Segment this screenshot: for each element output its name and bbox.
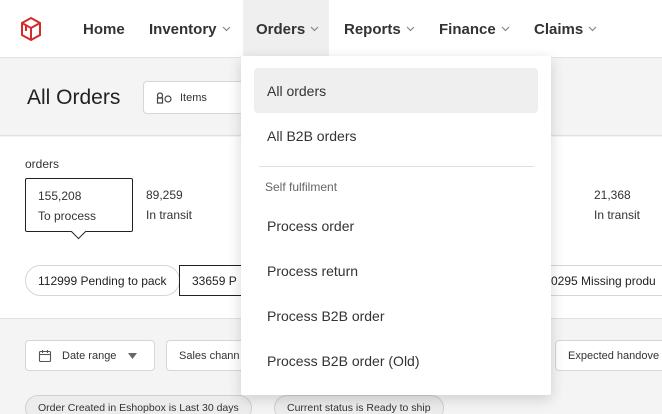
nav-home[interactable]: Home — [83, 0, 125, 58]
eshopbox-logo-icon[interactable] — [18, 16, 44, 42]
menu-item-process-return[interactable]: Process return — [254, 248, 538, 293]
pill-label: 33659 P — [192, 273, 237, 288]
chevron-down-icon — [406, 26, 415, 32]
menu-item-label: Process return — [267, 262, 359, 279]
expected-handover-label: Expected handove — [568, 349, 660, 362]
stat-in-transit[interactable]: 89,259 In transit — [134, 178, 242, 232]
items-icon — [156, 91, 172, 104]
sales-channel-filter[interactable]: Sales chann — [166, 340, 246, 371]
date-range-filter[interactable]: Date range — [25, 340, 155, 371]
nav-inventory[interactable]: Inventory — [149, 0, 231, 58]
nav-finance-label: Finance — [439, 20, 496, 38]
pill-label: 112999 Pending to pack — [38, 273, 167, 288]
caret-down-icon — [128, 352, 138, 359]
menu-item-process-b2b-order[interactable]: Process B2B order — [254, 293, 538, 338]
sales-channel-label: Sales chann — [179, 349, 240, 362]
nav-home-label: Home — [83, 20, 125, 38]
nav-claims[interactable]: Claims — [534, 0, 597, 58]
date-range-label: Date range — [62, 349, 117, 362]
menu-item-all-b2b-orders[interactable]: All B2B orders — [254, 113, 538, 158]
menu-item-process-order[interactable]: Process order — [254, 203, 538, 248]
menu-item-label: Process B2B order (Old) — [267, 352, 420, 369]
expected-handover-filter[interactable]: Expected handove — [555, 340, 662, 371]
menu-item-all-orders[interactable]: All orders — [254, 68, 538, 113]
nav-inventory-label: Inventory — [149, 20, 217, 38]
chevron-down-icon — [501, 26, 510, 32]
page-title: All Orders — [27, 86, 121, 109]
stat-in-transit-2[interactable]: 21,368 In transit — [582, 178, 662, 232]
stat-label: In transit — [594, 208, 641, 222]
nav-reports-label: Reports — [344, 20, 401, 38]
nav-orders[interactable]: Orders — [243, 0, 329, 58]
menu-item-label: Process B2B order — [267, 307, 385, 324]
nav-reports[interactable]: Reports — [344, 0, 415, 58]
chevron-down-icon — [588, 26, 597, 32]
stat-value: 155,208 — [38, 189, 82, 203]
pill-pending-to-pack[interactable]: 112999 Pending to pack — [25, 265, 180, 296]
pill-missing-products[interactable]: 0295 Missing produ — [536, 265, 662, 296]
chip-label: Current status is Ready to ship — [287, 402, 431, 414]
menu-item-label: Process order — [267, 217, 355, 234]
stat-value: 21,368 — [594, 188, 631, 202]
stat-to-process[interactable]: 155,208 To process — [25, 178, 133, 232]
top-navigation: Home Inventory Orders Reports Finance Cl… — [0, 0, 662, 58]
menu-item-process-b2b-order-old[interactable]: Process B2B order (Old) — [254, 338, 538, 383]
items-select[interactable]: Items — [143, 81, 253, 114]
filter-chip-created[interactable]: Order Created in Eshopbox is Last 30 day… — [25, 395, 252, 414]
menu-item-label: All orders — [267, 82, 327, 99]
chevron-down-icon — [310, 26, 319, 32]
stat-value: 89,259 — [146, 188, 183, 202]
chevron-down-icon — [222, 26, 230, 32]
filter-chip-status[interactable]: Current status is Ready to ship — [274, 395, 444, 414]
stat-label: In transit — [146, 208, 193, 222]
menu-divider — [259, 166, 534, 167]
orders-dropdown-menu: All orders All B2B orders Self fulfilmen… — [241, 56, 551, 395]
menu-section-label: Self fulfilment — [265, 180, 338, 194]
orders-label: orders — [25, 157, 60, 171]
nav-finance[interactable]: Finance — [439, 0, 510, 58]
menu-item-label: All B2B orders — [267, 127, 357, 144]
pill-label: 0295 Missing produ — [551, 273, 656, 288]
nav-claims-label: Claims — [534, 20, 584, 38]
calendar-icon — [38, 349, 52, 362]
nav-orders-label: Orders — [256, 20, 306, 38]
items-select-label: Items — [180, 91, 207, 104]
chip-label: Order Created in Eshopbox is Last 30 day… — [38, 402, 239, 414]
stat-label: To process — [38, 209, 97, 223]
